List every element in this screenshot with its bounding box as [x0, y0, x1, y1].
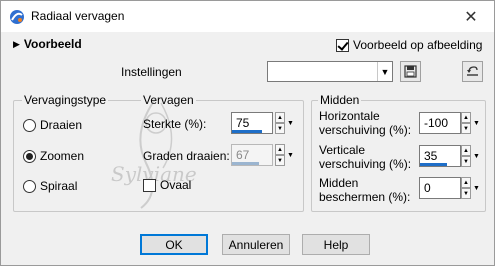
radio-zoom-circle[interactable] — [23, 149, 36, 163]
cancel-button[interactable]: Annuleren — [222, 234, 290, 255]
strength-input[interactable]: 75 — [231, 112, 273, 134]
radio-zoom-label: Zoomen — [40, 149, 85, 163]
rotate-degrees-input[interactable]: 67 — [231, 144, 273, 166]
settings-label: Instellingen — [121, 65, 182, 79]
stepper-up-icon[interactable]: ▲ — [275, 144, 285, 155]
expand-triangle-icon: ▶ — [13, 38, 20, 49]
reset-icon — [467, 66, 478, 76]
protect-center-label-line2: beschermen (%): — [319, 190, 411, 204]
reset-defaults-button[interactable] — [462, 61, 483, 82]
stepper-down-icon[interactable]: ▼ — [461, 123, 471, 134]
close-icon[interactable]: ✕ — [461, 7, 481, 27]
stepper-up-icon[interactable]: ▲ — [275, 112, 285, 123]
radio-rotate-circle[interactable] — [23, 118, 36, 132]
protect-center-label-line1: Midden — [319, 176, 359, 190]
radio-spiral-label: Spiraal — [40, 179, 78, 193]
radio-rotate-label: Draaien — [40, 118, 83, 132]
blur-type-heading: Vervagingstype — [22, 93, 109, 107]
stepper-down-icon[interactable]: ▼ — [275, 123, 285, 134]
strength-stepper[interactable]: ▲ ▼ — [275, 112, 285, 134]
oval-label: Ovaal — [160, 178, 192, 192]
radio-spiral[interactable]: Spiraal — [23, 179, 77, 193]
h-offset-input[interactable]: -100 — [419, 112, 461, 134]
rotate-stepper[interactable]: ▲ ▼ — [275, 144, 285, 166]
app-icon — [10, 10, 24, 24]
oval-checkbox[interactable]: Ovaal — [143, 178, 191, 192]
stepper-down-icon[interactable]: ▼ — [275, 155, 285, 166]
radio-zoom[interactable]: Zoomen — [23, 149, 84, 163]
v-offset-label-line2: verschuiving (%): — [319, 157, 412, 171]
h-offset-value: -100 — [424, 116, 449, 130]
rotate-dropdown-icon[interactable]: ▼ — [287, 144, 294, 166]
preview-expander[interactable]: ▶ Voorbeeld — [13, 37, 82, 51]
v-offset-stepper[interactable]: ▲ ▼ — [461, 145, 471, 167]
h-offset-dropdown-icon[interactable]: ▼ — [473, 112, 480, 134]
oval-checkbox-box[interactable] — [143, 178, 156, 192]
blur-heading: Vervagen — [141, 93, 196, 107]
protect-center-input[interactable]: 0 — [419, 177, 461, 199]
rotate-level-bar — [232, 162, 259, 165]
strength-level-bar — [232, 130, 262, 133]
preview-on-image-checkbox[interactable]: Voorbeeld op afbeelding — [336, 38, 482, 52]
strength-value: 75 — [236, 116, 250, 130]
stepper-down-icon[interactable]: ▼ — [461, 188, 471, 199]
center-heading: Midden — [318, 93, 362, 107]
window-title: Radiaal vervagen — [31, 9, 125, 23]
save-icon — [404, 65, 417, 78]
strength-dropdown-icon[interactable]: ▼ — [287, 112, 294, 134]
radio-spiral-circle[interactable] — [23, 179, 36, 193]
h-offset-label-line2: verschuiving (%): — [319, 123, 412, 137]
stepper-up-icon[interactable]: ▲ — [461, 145, 471, 156]
v-offset-level-bar — [420, 163, 448, 166]
checkbox-checked[interactable] — [336, 38, 349, 52]
save-preset-button[interactable] — [400, 61, 421, 82]
strength-label: Sterkte (%): — [143, 117, 207, 131]
stepper-up-icon[interactable]: ▲ — [461, 112, 471, 123]
rotate-degrees-label: Graden draaien: — [143, 149, 230, 163]
help-button[interactable]: Help — [302, 234, 370, 255]
protect-center-stepper[interactable]: ▲ ▼ — [461, 177, 471, 199]
rotate-degrees-value: 67 — [236, 148, 250, 162]
v-offset-value: 35 — [424, 149, 438, 163]
preview-label: Voorbeeld — [23, 37, 82, 51]
chevron-down-icon[interactable]: ▼ — [377, 62, 392, 81]
ok-button[interactable]: OK — [140, 234, 208, 255]
radio-rotate[interactable]: Draaien — [23, 118, 82, 132]
v-offset-dropdown-icon[interactable]: ▼ — [473, 145, 480, 167]
h-offset-stepper[interactable]: ▲ ▼ — [461, 112, 471, 134]
dialog-window: Radiaal vervagen ✕ ▶ Voorbeeld Voorbeeld… — [0, 0, 495, 266]
v-offset-label-line1: Verticale — [319, 143, 366, 157]
v-offset-input[interactable]: 35 — [419, 145, 461, 167]
title-bar: Radiaal vervagen ✕ — [1, 1, 494, 32]
settings-dropdown[interactable]: ▼ — [267, 61, 393, 82]
protect-center-value: 0 — [424, 181, 431, 195]
preview-on-image-label: Voorbeeld op afbeelding — [353, 38, 483, 52]
protect-center-dropdown-icon[interactable]: ▼ — [473, 177, 480, 199]
stepper-up-icon[interactable]: ▲ — [461, 177, 471, 188]
h-offset-label-line1: Horizontale — [319, 109, 380, 123]
stepper-down-icon[interactable]: ▼ — [461, 156, 471, 167]
